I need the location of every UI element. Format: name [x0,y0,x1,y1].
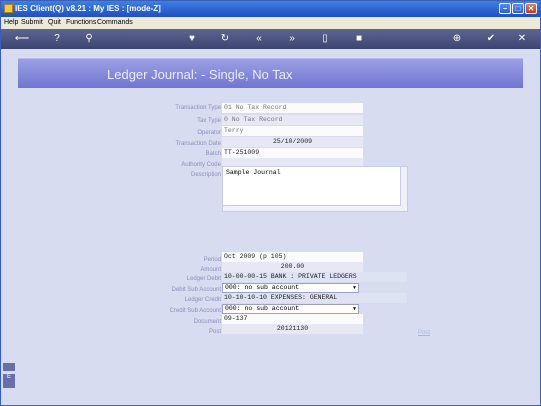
search-icon[interactable]: ⚲ [83,32,95,45]
period-field[interactable]: Oct 2009 (p 105) [222,252,363,262]
tax-type-label: Tax Type [197,118,221,124]
window-title: IES Client(Q) v8.21 : My IES : [mode-Z] [15,4,161,13]
transaction-type-label: Transaction Type [175,105,221,111]
credit-sub-account-value: 000: no sub account [225,305,300,312]
menu-quit[interactable]: Quit [48,19,61,26]
add-icon[interactable]: ⊕ [451,32,463,45]
description-text: Sample Journal [226,169,281,176]
delete-icon[interactable]: ■ [353,32,365,45]
side-tab-bottom[interactable]: E [3,374,15,388]
side-tab-top[interactable] [3,363,15,371]
app-icon [4,4,13,13]
ledger-credit-label: Ledger Credit [184,297,221,303]
debit-sub-account-value: 000: no sub account [225,284,300,291]
tax-type-field[interactable]: 0 No Tax Record [222,115,363,125]
description-textarea[interactable]: Sample Journal [222,166,408,212]
fast-forward-icon[interactable]: » [286,32,298,45]
operator-label: Operator [197,130,221,136]
menu-help[interactable]: Help [4,19,18,26]
ledger-credit-field[interactable]: 10-10-10-10 EXPENSES: GENERAL [222,293,407,303]
transaction-date-field[interactable]: 25/10/2009 [222,137,363,147]
description-scrollbar[interactable] [400,167,407,211]
minimize-button[interactable]: – [499,3,511,14]
amount-field[interactable]: 200.00 [222,262,363,272]
transaction-date-label: Transaction Date [175,141,221,147]
maximize-button[interactable]: □ [512,3,524,14]
post-label: Post [208,329,221,335]
batch-field[interactable]: TT-251009 [222,148,363,158]
chevron-down-icon: ▼ [352,285,356,291]
close-icon[interactable]: ✕ [516,32,528,45]
description-label: Description [190,172,221,178]
document-field[interactable]: 09-137 [222,314,363,324]
post-field[interactable]: 20121130 [222,324,363,334]
menu-submit[interactable]: Submit [21,19,43,26]
refresh-icon[interactable]: ↻ [219,32,231,45]
ledger-debit-field[interactable]: 10-00-00-15 BANK : PRIVATE LEDGERS [222,272,407,282]
page-title: Ledger Journal: - Single, No Tax [107,67,293,82]
post-link[interactable]: Post [418,330,430,336]
close-window-button[interactable]: ✕ [525,3,537,14]
period-label: Period [203,257,221,263]
menu-functions[interactable]: Functions [66,19,96,26]
save-icon[interactable]: ▯ [319,32,331,45]
authority-code-label: Authority Code [181,162,221,168]
ok-icon[interactable]: ✔ [485,32,497,45]
back-key-icon[interactable]: ⟵ [11,32,33,45]
amount-label: Amount [200,267,221,273]
transaction-type-field[interactable]: 01 No Tax Record [222,103,363,113]
menu-commands[interactable]: Commands [97,19,133,26]
title-bar: IES Client(Q) v8.21 : My IES : [mode-Z] … [1,1,540,17]
ledger-debit-label: Ledger Debit [186,276,221,282]
description-hscrollbar[interactable] [223,205,401,211]
help-icon[interactable]: ? [51,32,63,45]
app-window: IES Client(Q) v8.21 : My IES : [mode-Z] … [0,0,541,406]
chevron-down-icon: ▼ [352,306,356,312]
heart-icon[interactable]: ♥ [186,32,198,45]
credit-sub-account-label: Credit Sub Account [169,308,221,314]
menu-bar: Help Submit Quit Functions Commands [1,17,540,29]
document-label: Document [193,319,221,325]
debit-sub-account-label: Debit Sub Account [171,287,221,293]
page-header: Ledger Journal: - Single, No Tax [18,58,523,88]
toolbar: ⟵ ? ⚲ ♥ ↻ « » ▯ ■ ⊕ ✔ ✕ [1,29,540,49]
rewind-icon[interactable]: « [253,32,265,45]
operator-field[interactable]: Terry [222,126,363,136]
batch-label: Batch [205,151,221,157]
debit-sub-account-select[interactable]: 000: no sub account ▼ [222,283,359,293]
credit-sub-account-select[interactable]: 000: no sub account ▼ [222,304,359,314]
